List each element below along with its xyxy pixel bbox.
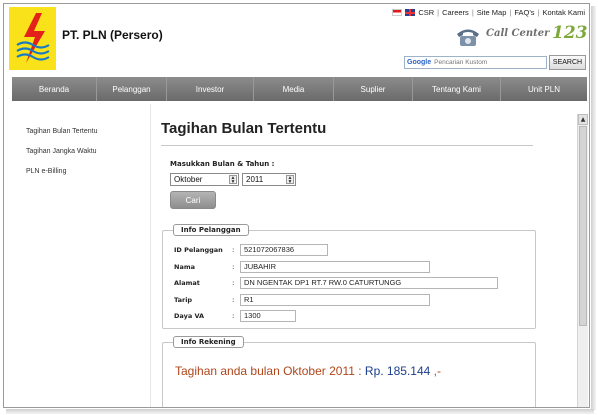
link-faqs[interactable]: FAQ's (514, 8, 534, 17)
field-label: Daya VA (174, 312, 205, 320)
nav-media[interactable]: Media (254, 77, 334, 101)
field-row-tarip: Tarip : R1 (174, 294, 430, 306)
company-name: PT. PLN (Persero) (62, 28, 163, 42)
nav-suplier[interactable]: Suplier (334, 77, 413, 101)
billing-text: Tagihan anda bulan Oktober 2011 : (175, 364, 365, 378)
field-label: Tarip (174, 296, 193, 304)
scroll-up-icon[interactable]: ▲ (578, 114, 588, 125)
field-colon: : (232, 279, 235, 287)
customer-info-legend: Info Pelanggan (173, 224, 249, 236)
field-colon: : (232, 296, 235, 304)
month-value: Oktober (174, 175, 203, 184)
sidebar-item-tagihan-jangka-waktu[interactable]: Tagihan Jangka Waktu (12, 142, 147, 162)
link-contact[interactable]: Kontak Kami (542, 8, 585, 17)
link-sitemap[interactable]: Site Map (477, 8, 507, 17)
divider: | (537, 8, 540, 17)
search-bill-button[interactable]: Cari (170, 191, 216, 209)
sidebar-item-pln-e-billing[interactable]: PLN e-Billing (12, 162, 147, 182)
search-button[interactable]: SEARCH (549, 55, 586, 70)
month-select[interactable]: Oktober ▲ ▼ (170, 173, 239, 186)
search-box: Google (404, 56, 547, 69)
telephone-icon (457, 29, 479, 46)
field-label: Nama (174, 263, 195, 271)
title-divider (161, 145, 533, 146)
spinner-icon[interactable]: ▲ ▼ (229, 175, 237, 185)
divider: | (437, 8, 440, 17)
call-center-number: 123 (552, 23, 588, 43)
divider: | (509, 8, 512, 17)
field-colon: : (232, 246, 235, 254)
browser-page: PT. PLN (Persero) CSR | Careers | Site M… (3, 3, 590, 408)
indonesia-flag-icon[interactable] (392, 9, 403, 16)
scrollbar-thumb[interactable] (579, 126, 587, 326)
call-center-label: Call Center (486, 28, 550, 39)
divider: | (471, 8, 474, 17)
nav-tentang-kami[interactable]: Tentang Kami (413, 77, 501, 101)
field-label: ID Pelanggan (174, 246, 223, 254)
billing-info-legend: Info Rekening (173, 336, 244, 348)
frame-shadow-bottom (6, 409, 594, 414)
period-label: Masukkan Bulan & Tahun : (170, 160, 275, 168)
year-value: 2011 (246, 175, 264, 184)
sidebar-divider (150, 104, 151, 407)
nav-unit-pln[interactable]: Unit PLN (501, 77, 587, 101)
vertical-scrollbar[interactable]: ▲ (577, 114, 588, 407)
google-logo: Google (407, 59, 432, 66)
uk-flag-icon[interactable] (405, 9, 416, 16)
field-row-id-pelanggan: ID Pelanggan : 521072067836 (174, 244, 328, 256)
sidebar-item-tagihan-bulan-tertentu[interactable]: Tagihan Bulan Tertentu (12, 122, 147, 142)
nav-pelanggan[interactable]: Pelanggan (97, 77, 167, 101)
spinner-icon[interactable]: ▲ ▼ (286, 175, 294, 185)
year-select[interactable]: 2011 ▲ ▼ (242, 173, 296, 186)
main-nav: Beranda Pelanggan Investor Media Suplier… (12, 77, 587, 101)
field-label: Alamat (174, 279, 200, 287)
link-csr[interactable]: CSR (418, 8, 434, 17)
page-title: Tagihan Bulan Tertentu (161, 120, 327, 137)
sidebar: Tagihan Bulan Tertentu Tagihan Jangka Wa… (12, 122, 147, 182)
top-links: CSR | Careers | Site Map | FAQ's | Konta… (392, 8, 585, 17)
frame-shadow-right (591, 6, 596, 410)
field-value-tarip[interactable]: R1 (240, 294, 430, 306)
field-colon: : (232, 263, 235, 271)
call-center-banner: Call Center 123 (454, 23, 588, 49)
link-careers[interactable]: Careers (442, 8, 469, 17)
nav-beranda[interactable]: Beranda (12, 77, 97, 101)
billing-summary: Tagihan anda bulan Oktober 2011 : Rp. 18… (175, 364, 441, 378)
field-value-id-pelanggan[interactable]: 521072067836 (240, 244, 328, 256)
billing-suffix: ,- (430, 364, 441, 378)
billing-amount: Rp. 185.144 (364, 364, 431, 378)
field-value-alamat[interactable]: DN NGENTAK DP1 RT.7 RW.0 CATURTUNGG (240, 277, 498, 289)
field-value-nama[interactable]: JUBAHIR (240, 261, 430, 273)
field-value-daya-va[interactable]: 1300 (240, 310, 296, 322)
field-row-alamat: Alamat : DN NGENTAK DP1 RT.7 RW.0 CATURT… (174, 277, 498, 289)
field-row-nama: Nama : JUBAHIR (174, 261, 430, 273)
field-row-daya-va: Daya VA : 1300 (174, 310, 296, 322)
search-input[interactable] (434, 59, 535, 66)
nav-investor[interactable]: Investor (167, 77, 254, 101)
pln-logo[interactable] (9, 7, 56, 70)
field-colon: : (232, 312, 235, 320)
